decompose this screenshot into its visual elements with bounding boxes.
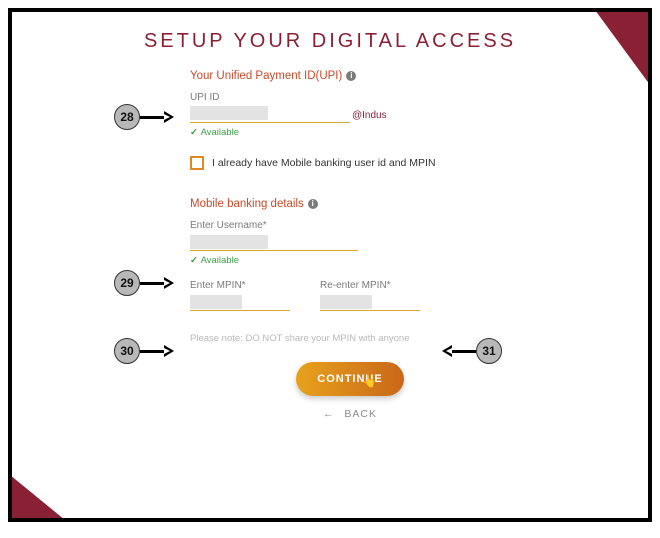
back-arrow-icon: ←	[323, 408, 335, 420]
mpin-value-mask	[190, 295, 242, 309]
username-available-status: Available	[190, 255, 510, 266]
callout-29: 29	[114, 270, 140, 296]
info-icon[interactable]: i	[308, 199, 318, 209]
upi-section-title: Your Unified Payment ID(UPI) i	[190, 70, 510, 82]
back-link[interactable]: ← BACK	[190, 408, 510, 420]
username-label: Enter Username*	[190, 220, 510, 231]
upi-available-status: Available	[190, 127, 510, 138]
username-value-mask	[190, 235, 268, 249]
upi-section-label: Your Unified Payment ID(UPI)	[190, 70, 342, 82]
upi-suffix: @Indus	[352, 110, 387, 123]
continue-label: CONTINUE	[317, 373, 382, 385]
rempin-label: Re-enter MPIN*	[320, 280, 420, 291]
decor-corner-bottom-left	[10, 475, 65, 520]
upi-id-value-mask	[190, 106, 268, 120]
upi-id-label: UPI ID	[190, 92, 510, 103]
info-icon[interactable]: i	[346, 71, 356, 81]
rempin-value-mask	[320, 295, 372, 309]
continue-button[interactable]: CONTINUE 👆	[296, 362, 404, 396]
already-have-mpin-checkbox[interactable]	[190, 156, 204, 170]
mobile-section-label: Mobile banking details	[190, 198, 304, 210]
decor-corner-top-right	[595, 10, 650, 85]
mpin-label: Enter MPIN*	[190, 280, 290, 291]
back-label: BACK	[344, 408, 377, 420]
mobile-section-title: Mobile banking details i	[190, 198, 510, 210]
mpin-share-note: Please note: DO NOT share your MPIN with…	[190, 333, 510, 344]
already-have-mpin-label: I already have Mobile banking user id an…	[212, 157, 436, 169]
page-title: SETUP YOUR DIGITAL ACCESS	[12, 12, 648, 53]
callout-28: 28	[114, 104, 140, 130]
callout-30: 30	[114, 338, 140, 364]
